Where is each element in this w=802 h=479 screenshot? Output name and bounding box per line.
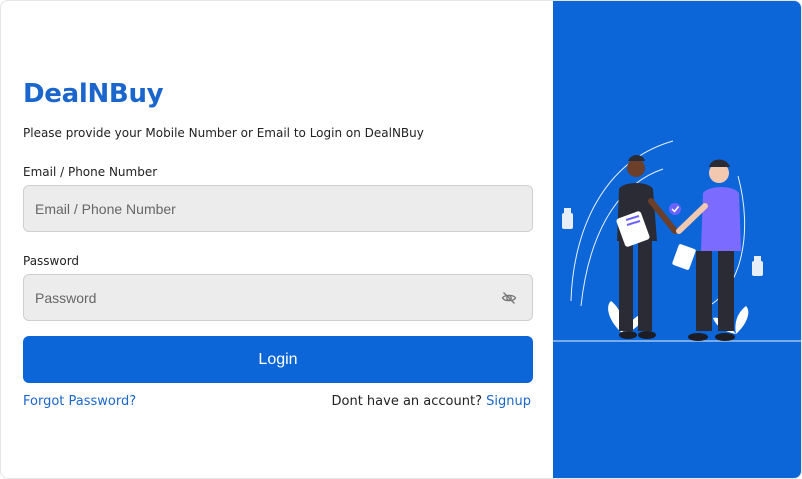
password-label: Password xyxy=(23,254,80,268)
login-subtitle: Please provide your Mobile Number or Ema… xyxy=(23,126,424,140)
email-label: Email / Phone Number xyxy=(23,165,158,179)
login-button[interactable]: Login xyxy=(23,336,533,383)
password-placeholder: Password xyxy=(35,289,97,306)
brand-logo[interactable]: DealNBuy xyxy=(23,79,164,109)
login-card: DealNBuy Please provide your Mobile Numb… xyxy=(0,0,802,479)
signup-link[interactable]: Signup xyxy=(486,394,531,409)
password-input[interactable]: Password xyxy=(23,274,533,321)
signup-row: Dont have an account? Signup xyxy=(332,394,532,409)
forgot-password-link[interactable]: Forgot Password? xyxy=(23,394,136,409)
signup-prompt: Dont have an account? xyxy=(331,394,483,409)
email-placeholder: Email / Phone Number xyxy=(35,200,176,217)
handshake-illustration xyxy=(553,140,801,342)
illustration-panel xyxy=(553,1,801,478)
email-phone-input[interactable]: Email / Phone Number xyxy=(23,185,533,232)
eye-slash-icon[interactable] xyxy=(501,290,517,306)
